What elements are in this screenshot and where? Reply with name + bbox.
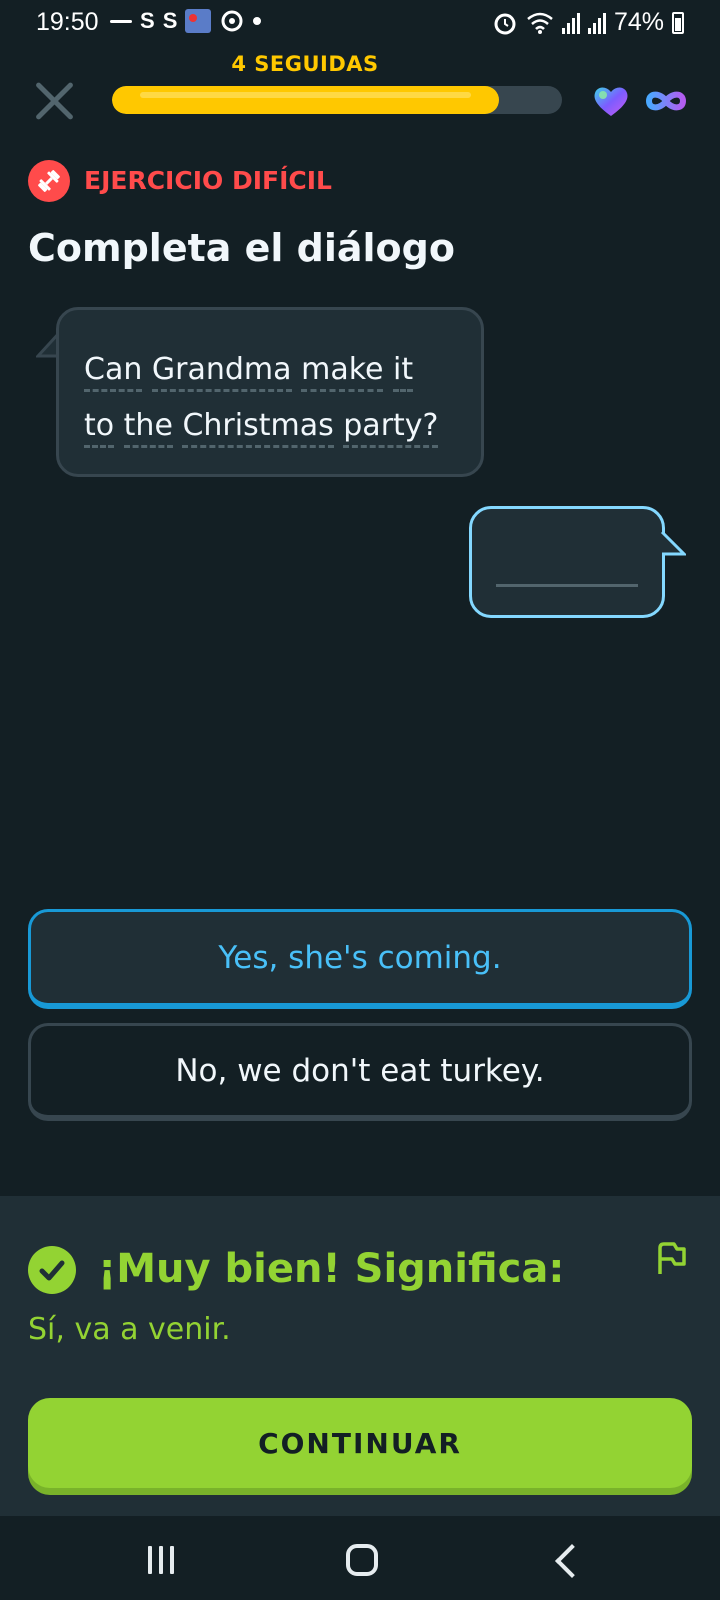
- more-notifications-icon: [253, 17, 262, 25]
- check-icon: [28, 1246, 76, 1294]
- prompt-word[interactable]: Grandma: [151, 352, 292, 392]
- answer-bubble: [469, 506, 665, 618]
- streak-label: 4 SEGUIDAS: [231, 52, 379, 76]
- signal-icon: [587, 12, 606, 34]
- notification-bar-icon: [110, 19, 132, 23]
- wifi-icon: [527, 12, 553, 34]
- prompt-word[interactable]: it: [393, 352, 414, 392]
- choice-option-selected[interactable]: Yes, she's coming.: [28, 909, 692, 1009]
- prompt-word[interactable]: Can: [84, 352, 143, 392]
- answer-blank: [496, 584, 638, 587]
- status-bar: 19:50 S S 74%: [0, 0, 720, 46]
- home-icon[interactable]: [346, 1544, 378, 1576]
- app-s-icon: S: [162, 8, 178, 33]
- gear-icon: [221, 10, 243, 32]
- recent-apps-icon[interactable]: [148, 1546, 174, 1574]
- system-icons: 74%: [492, 8, 684, 37]
- page-title: Completa el diálogo: [28, 226, 455, 270]
- alarm-icon: [494, 13, 516, 34]
- prompt-word[interactable]: make: [301, 352, 384, 392]
- back-icon[interactable]: [554, 1544, 574, 1564]
- status-time: 19:50: [36, 8, 99, 36]
- battery-percent: 74%: [613, 8, 664, 36]
- dumbbell-icon: [28, 160, 70, 202]
- prompt-text: Can Grandma make it to the Christmas par…: [84, 342, 464, 454]
- infinity-icon[interactable]: [644, 86, 688, 116]
- app-s-icon: S: [140, 8, 155, 33]
- prompt-word[interactable]: to: [84, 408, 115, 448]
- prompt-word[interactable]: the: [123, 408, 173, 448]
- continue-button[interactable]: CONTINUAR: [28, 1398, 692, 1488]
- notification-icons: S S: [110, 8, 262, 34]
- app-image-icon: [185, 9, 212, 33]
- feedback-meaning: Sí, va a venir.: [28, 1312, 231, 1347]
- heart-icon[interactable]: [592, 84, 630, 118]
- speech-bubble-tail: [660, 530, 686, 556]
- lesson-progress-fill: [112, 86, 499, 114]
- prompt-word[interactable]: party?: [343, 408, 439, 448]
- prompt-word[interactable]: Christmas: [182, 408, 334, 448]
- close-icon[interactable]: [30, 76, 80, 126]
- signal-icon: [561, 12, 580, 34]
- difficulty-label: EJERCICIO DIFÍCIL: [84, 166, 332, 195]
- lesson-progress-bar: [112, 86, 562, 114]
- choice-option[interactable]: No, we don't eat turkey.: [28, 1023, 692, 1121]
- battery-icon: [672, 11, 684, 34]
- report-flag-icon[interactable]: [654, 1240, 688, 1276]
- feedback-title: ¡Muy bien! Significa:: [98, 1246, 565, 1292]
